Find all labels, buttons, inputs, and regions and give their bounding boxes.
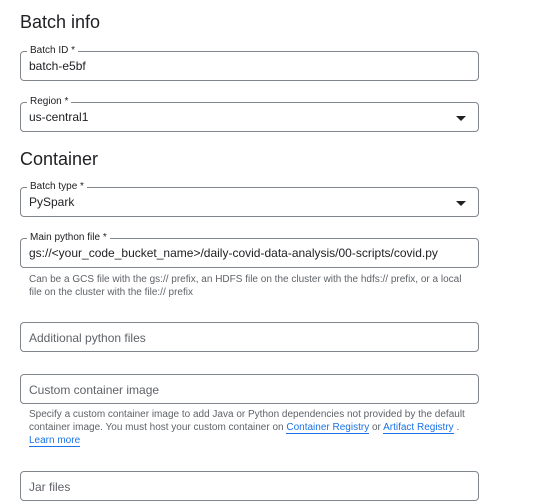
hint-or-text: or (369, 422, 384, 433)
main-python-file-field[interactable]: Main python file * gs://<your_code_bucke… (20, 231, 479, 268)
additional-python-files-field[interactable]: Additional python files (20, 322, 479, 352)
custom-container-image-field[interactable]: Custom container image (20, 374, 479, 404)
batch-id-value[interactable]: batch-e5bf (29, 59, 86, 73)
custom-container-image-hint: Specify a custom container image to add … (29, 408, 474, 447)
additional-python-files-placeholder[interactable]: Additional python files (29, 331, 146, 345)
chevron-down-icon[interactable] (456, 201, 466, 206)
region-select[interactable]: Region * us-central1 (20, 95, 479, 132)
hint-separator: . (453, 422, 460, 433)
main-python-file-label: Main python file * (27, 231, 110, 245)
custom-container-image-placeholder[interactable]: Custom container image (29, 383, 159, 397)
container-registry-link[interactable]: Container Registry (286, 422, 370, 434)
batch-info-heading: Batch info (20, 12, 101, 32)
chevron-down-icon[interactable] (456, 116, 466, 121)
artifact-registry-link[interactable]: Artifact Registry (383, 422, 454, 434)
jar-files-field[interactable]: Jar files (20, 471, 479, 501)
batch-id-label: Batch ID * (27, 44, 79, 58)
main-python-file-hint: Can be a GCS file with the gs:// prefix,… (29, 274, 462, 298)
batch-id-field[interactable]: Batch ID * batch-e5bf (20, 44, 479, 81)
container-heading: Container (20, 149, 99, 169)
batch-type-select[interactable]: Batch type * PySpark (20, 180, 479, 217)
batch-type-label: Batch type * (27, 180, 87, 194)
main-python-file-value[interactable]: gs://<your_code_bucket_name>/daily-covid… (29, 246, 438, 260)
learn-more-link[interactable]: Learn more (29, 435, 81, 447)
batch-type-value[interactable]: PySpark (29, 195, 74, 209)
jar-files-placeholder[interactable]: Jar files (29, 480, 70, 494)
region-value[interactable]: us-central1 (29, 110, 88, 124)
region-label: Region * (27, 95, 72, 109)
